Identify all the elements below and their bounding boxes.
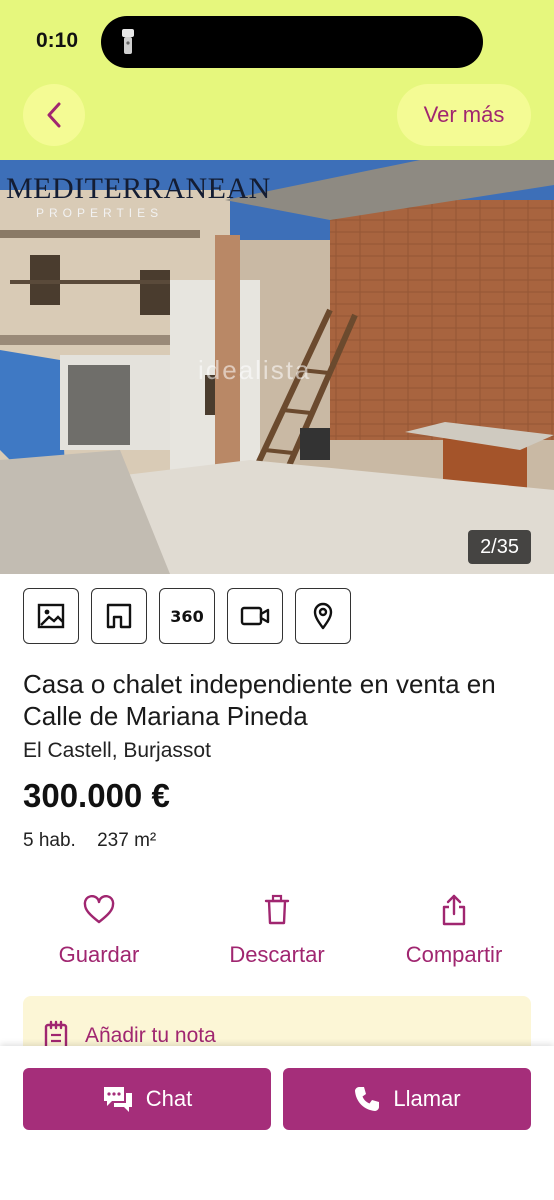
- listing-price: 300.000 €: [23, 777, 170, 814]
- agency-logo-text: MEDITERRANEAN: [6, 172, 271, 205]
- media-buttons: 360: [23, 588, 351, 644]
- video-button[interactable]: [227, 588, 283, 644]
- listing-title: Casa o chalet independiente en venta en …: [23, 669, 496, 731]
- call-label: Llamar: [393, 1086, 461, 1111]
- agency-logo-subtext: PROPERTIES: [36, 206, 164, 220]
- chevron-left-icon: [47, 102, 61, 128]
- floorplan-button[interactable]: [91, 588, 147, 644]
- listing-location: El Castell, Burjassot: [23, 739, 211, 762]
- discard-label: Descartar: [229, 942, 325, 967]
- share-button[interactable]: Compartir: [369, 890, 539, 968]
- heart-icon: [83, 895, 115, 924]
- property-photo[interactable]: MEDITERRANEAN PROPERTIES idealista 2/35: [0, 160, 554, 574]
- map-pin-icon: [313, 602, 333, 630]
- map-button[interactable]: [295, 588, 351, 644]
- chat-label: Chat: [145, 1086, 193, 1111]
- image-icon: [37, 603, 65, 629]
- trash-icon: [264, 894, 290, 925]
- video-icon: [240, 606, 270, 626]
- photo-counter: 2/35: [468, 530, 531, 564]
- save-label: Guardar: [58, 942, 140, 967]
- chat-button[interactable]: Chat: [23, 1068, 271, 1130]
- 360-icon: 360: [170, 606, 204, 626]
- photos-button[interactable]: [23, 588, 79, 644]
- add-note-label: Añadir tu nota: [85, 1024, 216, 1047]
- virtual-tour-360-button[interactable]: 360: [159, 588, 215, 644]
- listing-actions: Guardar Descartar Compartir: [0, 890, 554, 980]
- flashlight-icon: [122, 29, 134, 54]
- discard-button[interactable]: Descartar: [192, 890, 362, 968]
- back-button[interactable]: [23, 84, 85, 146]
- dynamic-island: [101, 16, 483, 68]
- contact-bar: Chat Llamar: [0, 1046, 554, 1200]
- rooms-count: 5 hab.: [23, 830, 76, 851]
- phone-icon: [355, 1087, 380, 1111]
- share-icon: [442, 894, 466, 926]
- call-button[interactable]: Llamar: [283, 1068, 531, 1130]
- save-button[interactable]: Guardar: [14, 890, 184, 968]
- listing-features: 5 hab. 237 m²: [23, 830, 172, 852]
- see-more-button[interactable]: Ver más: [397, 84, 531, 146]
- photo-watermark: idealista: [198, 355, 312, 385]
- top-header: 0:10 Ver más: [0, 0, 554, 160]
- status-time: 0:10: [36, 29, 79, 52]
- area-size: 237 m²: [97, 830, 157, 851]
- floorplan-icon: [106, 603, 132, 629]
- chat-icon: [103, 1087, 132, 1112]
- share-label: Compartir: [405, 942, 503, 967]
